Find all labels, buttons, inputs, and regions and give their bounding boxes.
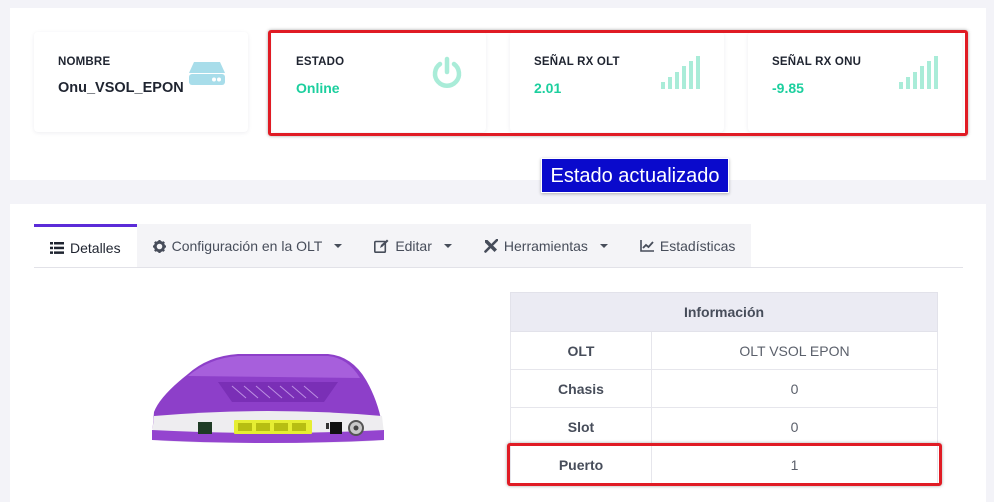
table-row: Chasis 0	[510, 369, 938, 408]
chevron-down-icon	[334, 244, 343, 248]
tab-detalles-label: Detalles	[70, 239, 121, 256]
card-nombre-label: NOMBRE	[58, 56, 111, 68]
tab-configuracion-olt-label: Configuración en la OLT	[171, 238, 323, 254]
status-updated-toast: Estado actualizado	[541, 158, 729, 193]
tab-herramientas-label: Herramientas	[503, 238, 588, 254]
table-row: Slot 0	[510, 407, 938, 446]
onu-device-image	[148, 350, 388, 449]
info-table-header-row: Información	[510, 292, 938, 332]
highlight-puerto-row	[507, 443, 942, 486]
tab-estadisticas[interactable]: Estadísticas	[624, 224, 751, 268]
row-value-olt: OLT VSOL EPON	[651, 331, 938, 370]
row-key-slot: Slot	[510, 407, 652, 446]
row-key-olt: OLT	[510, 331, 652, 370]
list-icon	[50, 241, 64, 254]
row-value-chasis: 0	[651, 369, 938, 408]
row-key-chasis: Chasis	[510, 369, 652, 408]
gear-icon	[152, 239, 166, 253]
tab-estadisticas-label: Estadísticas	[659, 238, 736, 254]
row-value-slot: 0	[651, 407, 938, 446]
highlight-status-cards	[268, 30, 968, 136]
tab-configuracion-olt[interactable]: Configuración en la OLT	[137, 224, 359, 268]
table-row: OLT OLT VSOL EPON	[510, 331, 938, 370]
edit-icon	[374, 239, 389, 253]
card-nombre-value: Onu_VSOL_EPON	[58, 80, 184, 96]
info-table-header: Información	[510, 292, 938, 332]
tab-editar-label: Editar	[395, 238, 432, 254]
tab-herramientas[interactable]: Herramientas	[468, 224, 624, 268]
card-nombre: NOMBRE Onu_VSOL_EPON	[34, 32, 248, 132]
tab-editar[interactable]: Editar	[358, 224, 468, 268]
tab-bar: Detalles Configuración en la OLT Editar …	[34, 224, 752, 268]
tab-detalles[interactable]: Detalles	[34, 224, 137, 268]
tools-icon	[484, 239, 498, 253]
router-icon	[188, 60, 226, 91]
chevron-down-icon	[443, 244, 452, 248]
chevron-down-icon	[599, 244, 608, 248]
chart-line-icon	[640, 240, 654, 252]
tab-divider	[34, 267, 963, 268]
